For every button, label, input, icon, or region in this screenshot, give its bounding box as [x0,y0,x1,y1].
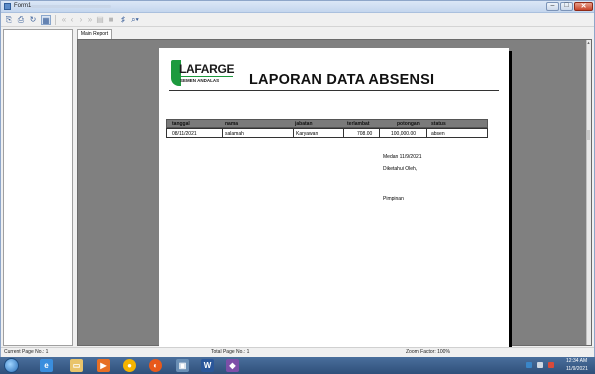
clock-date[interactable]: 11/9/2021 [566,366,588,372]
lafarge-logo: LAFARGE SEMEN ANDALAS [171,60,235,86]
file-explorer-icon[interactable]: ▭ [70,359,83,372]
cell-status: absen [431,131,445,137]
cell-divider [343,129,344,137]
last-page-icon[interactable]: » [85,15,95,25]
total-page-status: Total Page No.: 1 [211,349,250,355]
column-header: potongan [397,121,420,127]
scroll-thumb[interactable] [587,130,590,140]
title-extra-text [31,5,111,8]
column-header: nama [225,121,239,127]
cell-divider [222,129,223,137]
close-button[interactable]: ✕ [574,2,593,11]
close-icon: ✕ [580,3,587,10]
network-icon[interactable] [526,362,532,368]
column-header: status [431,121,446,127]
logo-bar [179,76,233,77]
report-preview-area[interactable]: LAFARGE SEMEN ANDALAS LAPORAN DATA ABSEN… [77,39,592,347]
app-icon [4,3,11,10]
word-icon[interactable]: W [201,359,214,372]
cell-terlambat: 708.00 [357,131,373,137]
report-viewer-window: Form1 – □ ✕ ⎘ ⎙ ↻ ▦ « ‹ › » ▤ ■ ♯ ⌕▾ Mai… [0,0,595,357]
signatory-label: Pimpinan [383,196,404,202]
visual-studio-icon[interactable]: ◆ [226,359,239,372]
cell-tanggal: 08/11/2021 [172,131,197,137]
table-row: 08/11/2021 salamah Karyawan 708.00 100,0… [166,128,488,138]
media-player-icon[interactable]: ▶ [97,359,110,372]
toolbar-separator [55,15,56,25]
vb-icon[interactable]: ▣ [176,359,189,372]
cell-divider [293,129,294,137]
vertical-scrollbar[interactable]: ▲ [586,40,591,345]
column-header: jabatan [295,121,313,127]
clock-time[interactable]: 12:34 AM [566,358,587,364]
volume-icon[interactable] [537,362,543,368]
header-divider [169,90,499,91]
report-toolbar: ⎘ ⎙ ↻ ▦ « ‹ › » ▤ ■ ♯ ⌕▾ [1,13,594,27]
minimize-button[interactable]: – [546,2,559,11]
start-button[interactable] [4,358,19,373]
column-header: tanggal [172,121,190,127]
maximize-icon: □ [564,2,569,9]
firefox-icon[interactable]: ◐ [149,359,162,372]
tab-main-report[interactable]: Main Report [77,29,112,39]
title-bar[interactable]: Form1 – □ ✕ [1,1,594,13]
report-title: LAPORAN DATA ABSENSI [249,72,435,88]
known-by-label: Diketahui Oleh, [383,166,418,172]
taskbar: e ▭ ▶ ● ◐ ▣ W ◆ 12:34 AM 11/9/2021 [0,357,595,374]
column-header: terlambat [347,121,370,127]
cell-divider [379,129,380,137]
goto-page-icon[interactable]: ▤ [95,15,105,25]
zoom-status: Zoom Factor: 100% [406,349,450,355]
current-page-status: Current Page No.: 1 [4,349,49,355]
minimize-icon: – [550,2,555,9]
cell-potongan: 100,000.00 [391,131,417,137]
scroll-up-icon[interactable]: ▲ [586,40,591,45]
group-tree-icon[interactable]: ▦ [41,15,51,25]
chrome-icon[interactable]: ● [123,359,136,372]
search-icon[interactable]: ♯ [118,15,128,25]
zoom-icon[interactable]: ⌕▾ [130,15,140,25]
report-page: LAFARGE SEMEN ANDALAS LAPORAN DATA ABSEN… [159,48,509,347]
stop-icon[interactable]: ■ [106,15,116,25]
ie-icon[interactable]: e [40,359,53,372]
status-bar: Current Page No.: 1 Total Page No.: 1 Zo… [1,347,594,357]
window-title: Form1 [14,3,32,9]
logo-subtitle: SEMEN ANDALAS [180,78,220,83]
export-icon[interactable]: ⎘ [4,15,14,25]
logo-word: LAFARGE [179,62,235,76]
refresh-icon[interactable]: ↻ [28,15,38,25]
security-icon[interactable] [548,362,554,368]
print-icon[interactable]: ⎙ [16,15,26,25]
cell-jabatan: Karyawan [296,131,319,137]
cell-nama: salamah [225,131,244,137]
cell-divider [426,129,427,137]
maximize-button[interactable]: □ [560,2,573,11]
place-date: Medan 11/9/2021 [383,154,422,160]
table-header: tanggal nama jabatan terlambat potongan … [166,119,488,128]
group-tree-panel[interactable] [3,29,73,346]
